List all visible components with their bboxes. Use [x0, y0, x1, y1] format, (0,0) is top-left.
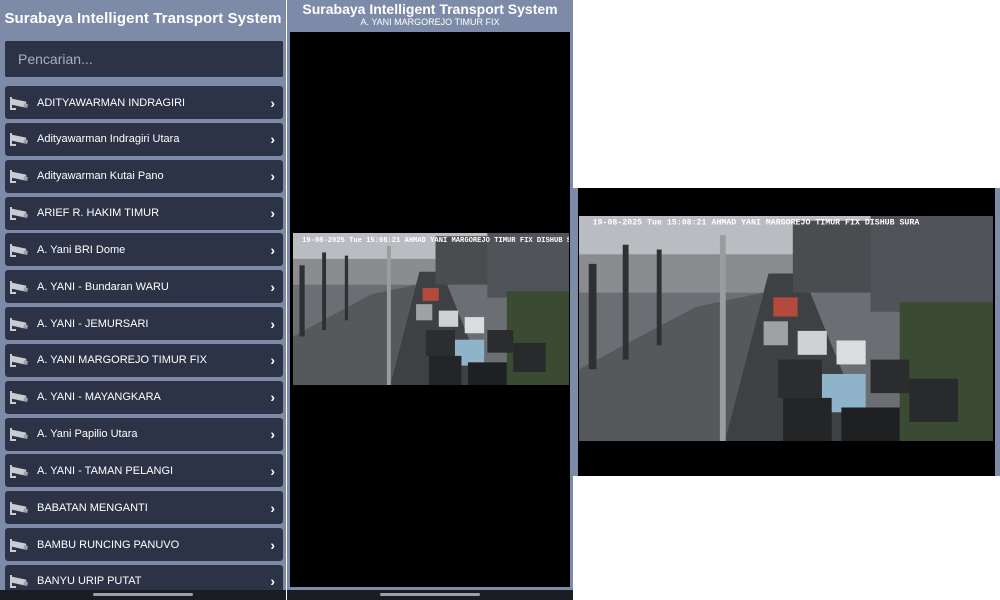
camera-list-item[interactable]: A. YANI MARGOREJO TIMUR FIX › — [5, 343, 283, 377]
camera-list-item-label: ARIEF R. HAKIM TIMUR — [37, 207, 160, 220]
chevron-right-icon: › — [270, 94, 275, 111]
viewer-camera-name: A. YANI MARGOREJO TIMUR FIX — [360, 17, 500, 27]
camera-list-item-label: BABATAN MENGANTI — [37, 501, 148, 514]
camera-list-item-label: BAMBU RUNCING PANUVO — [37, 538, 180, 551]
cctv-camera-icon — [9, 278, 31, 296]
camera-list-item[interactable]: BAMBU RUNCING PANUVO › — [5, 528, 283, 562]
cctv-camera-icon — [9, 462, 31, 480]
camera-list-item-label: A. YANI - Bundaran WARU — [37, 280, 169, 293]
chevron-right-icon: › — [270, 462, 275, 479]
landscape-frame-border — [995, 188, 1000, 476]
viewer-osd-text: 19-08-2025 Tue 15:08:21 AHMAD YANI MARGO… — [302, 237, 569, 245]
cctv-camera-icon — [9, 94, 31, 112]
camera-list-item[interactable]: BABATAN MENGANTI › — [5, 491, 283, 525]
camera-list-item-label: Adityawarman Kutai Pano — [37, 170, 164, 183]
camera-list-item-label: ADITYAWARMAN INDRAGIRI — [37, 96, 186, 109]
cctv-camera-icon — [9, 425, 31, 443]
home-indicator[interactable] — [93, 593, 193, 596]
cctv-camera-icon — [9, 241, 31, 259]
cctv-camera-icon — [9, 315, 31, 333]
camera-list-item-label: A. YANI MARGOREJO TIMUR FIX — [37, 354, 207, 367]
camera-list-item-label: A. Yani Papilio Utara — [37, 428, 138, 441]
chevron-right-icon: › — [270, 536, 275, 553]
camera-list-item[interactable]: Adityawarman Indragiri Utara › — [5, 122, 283, 156]
camera-list-item[interactable]: ARIEF R. HAKIM TIMUR › — [5, 196, 283, 230]
camera-list-item[interactable]: A. YANI - Bundaran WARU › — [5, 270, 283, 304]
camera-list-item-label: BANYU URIP PUTAT — [37, 575, 142, 588]
chevron-right-icon: › — [270, 499, 275, 516]
cctv-camera-icon — [9, 130, 31, 148]
chevron-right-icon: › — [270, 168, 275, 185]
app-title: Surabaya Intelligent Transport System — [4, 10, 282, 27]
camera-list-item-label: A. Yani BRI Dome — [37, 243, 126, 256]
home-indicator[interactable] — [380, 593, 480, 596]
chevron-right-icon: › — [270, 278, 275, 295]
camera-list: ADITYAWARMAN INDRAGIRI › Adityawarman In… — [5, 86, 283, 600]
cctv-camera-icon — [9, 572, 31, 590]
video-player[interactable]: 19-08-2025 Tue 15:08:21 AHMAD YANI MARGO… — [290, 32, 570, 587]
chevron-right-icon: › — [270, 352, 275, 369]
search-input[interactable]: Pencarian... — [5, 41, 283, 77]
chevron-right-icon: › — [270, 573, 275, 590]
cctv-camera-icon — [9, 204, 31, 222]
cctv-camera-icon — [9, 388, 31, 406]
cctv-camera-icon — [9, 167, 31, 185]
chevron-right-icon: › — [270, 389, 275, 406]
chevron-right-icon: › — [270, 315, 275, 332]
camera-list-screen: Surabaya Intelligent Transport System Pe… — [0, 0, 286, 600]
chevron-right-icon: › — [270, 205, 275, 222]
camera-list-item[interactable]: A. YANI - TAMAN PELANGI › — [5, 454, 283, 488]
landscape-frame-border — [573, 188, 578, 476]
camera-list-item-label: A. YANI - JEMURSARI — [37, 317, 149, 330]
cctv-video-frame: 19-08-2025 Tue 15:08:21 AHMAD YANI MARGO… — [293, 233, 569, 385]
cctv-camera-icon — [9, 351, 31, 369]
camera-viewer-screen: Surabaya Intelligent Transport System A.… — [287, 0, 573, 600]
camera-list-item[interactable]: A. YANI - MAYANGKARA › — [5, 380, 283, 414]
landscape-osd-text: 19-08-2025 Tue 15:08:21 AHMAD YANI MARGO… — [593, 219, 920, 228]
chevron-right-icon: › — [270, 426, 275, 443]
cctv-camera-icon — [9, 499, 31, 517]
landscape-video-player[interactable]: 19-08-2025 Tue 15:08:21 AHMAD YANI MARGO… — [573, 188, 999, 476]
camera-list-item-label: A. YANI - TAMAN PELANGI — [37, 464, 174, 477]
camera-list-item-label: A. YANI - MAYANGKARA — [37, 391, 161, 404]
screenshot-root: Surabaya Intelligent Transport System Pe… — [0, 0, 1000, 600]
camera-list-item[interactable]: A. YANI - JEMURSARI › — [5, 307, 283, 341]
camera-list-item[interactable]: A. Yani Papilio Utara › — [5, 417, 283, 451]
chevron-right-icon: › — [270, 131, 275, 148]
camera-list-item[interactable]: Adityawarman Kutai Pano › — [5, 159, 283, 193]
cctv-camera-icon — [9, 536, 31, 554]
camera-list-item[interactable]: ADITYAWARMAN INDRAGIRI › — [5, 86, 283, 119]
cctv-video-frame-landscape: 19-08-2025 Tue 15:08:21 AHMAD YANI MARGO… — [579, 216, 993, 441]
chevron-right-icon: › — [270, 241, 275, 258]
camera-list-item[interactable]: A. Yani BRI Dome › — [5, 233, 283, 267]
viewer-app-title: Surabaya Intelligent Transport System — [302, 1, 558, 17]
camera-list-item-label: Adityawarman Indragiri Utara — [37, 133, 180, 146]
